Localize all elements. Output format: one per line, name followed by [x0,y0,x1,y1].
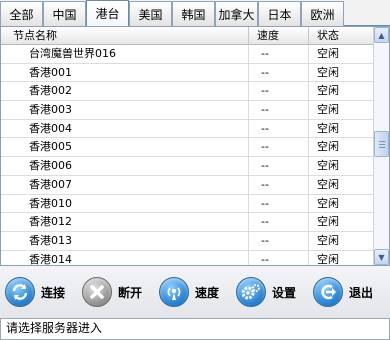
server-status: 空闲 [317,84,339,98]
column-header-speed[interactable]: 速度 [249,27,309,45]
table-row[interactable]: 香港004 -- 空闲 [1,119,373,139]
connect-label: 连接 [41,285,66,300]
server-list[interactable]: 节点名称 速度 状态 台湾魔兽世界016 -- 空闲 香港001 -- 空闲 香… [0,26,390,266]
server-status: 空闲 [317,65,339,79]
server-status: 空闲 [317,252,339,266]
tab-hk-tw[interactable]: 港台 [86,0,129,26]
server-name: 香港002 [1,82,249,101]
server-speed: -- [249,250,309,265]
server-speed: -- [249,213,309,231]
server-status: 空闲 [317,233,339,247]
table-row[interactable]: 香港003 -- 空闲 [1,101,373,120]
gears-icon [236,277,266,307]
table-row[interactable]: 香港010 -- 空闲 [1,194,373,214]
server-name: 香港001 [1,63,249,82]
region-tabs: 全部 中国 港台 美国 韩国 加拿大 日本 欧洲 [0,0,390,26]
server-name: 香港010 [1,194,249,213]
tab-all[interactable]: 全部 [0,1,43,26]
server-speed: -- [249,119,309,138]
vertical-scrollbar[interactable]: ▲ ▼ [373,27,389,265]
table-row[interactable]: 香港002 -- 空闲 [1,82,373,102]
tab-europe[interactable]: 欧洲 [301,1,344,26]
scroll-down-icon[interactable]: ▼ [374,249,389,265]
server-speed: -- [249,231,309,250]
server-name: 香港004 [1,119,249,138]
server-speed: -- [249,175,309,194]
exit-label: 退出 [349,285,374,300]
server-speed: -- [249,45,309,63]
list-rows: 台湾魔兽世界016 -- 空闲 香港001 -- 空闲 香港002 -- 空闲 … [1,45,373,266]
server-speed: -- [249,101,309,119]
close-x-icon [82,277,112,307]
exit-arrow-icon [313,277,343,307]
antenna-signal-icon [159,277,189,307]
server-speed: -- [249,63,309,82]
exit-button[interactable]: 退出 [313,272,385,312]
column-header-status[interactable]: 状态 [309,27,373,45]
server-status: 空闲 [317,159,339,173]
server-speed: -- [249,157,309,175]
list-header: 节点名称 速度 状态 [1,27,373,45]
server-status: 空闲 [317,47,339,60]
action-toolbar: 连接 断开 速度 设置 退出 [0,266,390,318]
server-name: 香港005 [1,138,249,157]
settings-label: 设置 [272,285,297,300]
speed-button[interactable]: 速度 [159,272,231,312]
server-speed: -- [249,82,309,101]
server-name: 香港012 [1,213,249,231]
scroll-up-icon[interactable]: ▲ [374,27,389,43]
server-name: 香港014 [1,250,249,265]
server-status: 空闲 [317,121,339,135]
server-status: 空闲 [317,196,339,210]
disconnect-label: 断开 [118,285,143,300]
table-row[interactable]: 香港012 -- 空闲 [1,213,373,232]
table-row[interactable]: 香港006 -- 空闲 [1,157,373,176]
server-status: 空闲 [317,103,339,117]
status-bar: 请选择服务器进入 [0,318,390,340]
server-status: 空闲 [317,215,339,229]
server-speed: -- [249,138,309,157]
table-row[interactable]: 香港005 -- 空闲 [1,138,373,158]
scroll-thumb[interactable] [374,131,389,157]
server-name: 香港003 [1,101,249,119]
server-name: 香港013 [1,231,249,250]
server-name: 香港007 [1,175,249,194]
tab-china[interactable]: 中国 [43,1,86,26]
tab-japan[interactable]: 日本 [258,1,301,26]
table-row[interactable]: 香港013 -- 空闲 [1,231,373,251]
column-header-name[interactable]: 节点名称 [1,27,249,45]
tab-canada[interactable]: 加拿大 [215,1,258,26]
server-name: 台湾魔兽世界016 [1,45,249,63]
table-row[interactable]: 台湾魔兽世界016 -- 空闲 [1,45,373,64]
tab-korea[interactable]: 韩国 [172,1,215,26]
settings-button[interactable]: 设置 [236,272,308,312]
connect-button[interactable]: 连接 [5,272,77,312]
server-speed: -- [249,194,309,213]
disconnect-button[interactable]: 断开 [82,272,154,312]
server-status: 空闲 [317,140,339,154]
speed-label: 速度 [195,285,220,300]
table-row[interactable]: 香港014 -- 空闲 [1,250,373,266]
tab-usa[interactable]: 美国 [129,1,172,26]
refresh-arrows-icon [5,277,35,307]
table-row[interactable]: 香港007 -- 空闲 [1,175,373,195]
table-row[interactable]: 香港001 -- 空闲 [1,63,373,83]
server-status: 空闲 [317,177,339,191]
server-name: 香港006 [1,157,249,175]
